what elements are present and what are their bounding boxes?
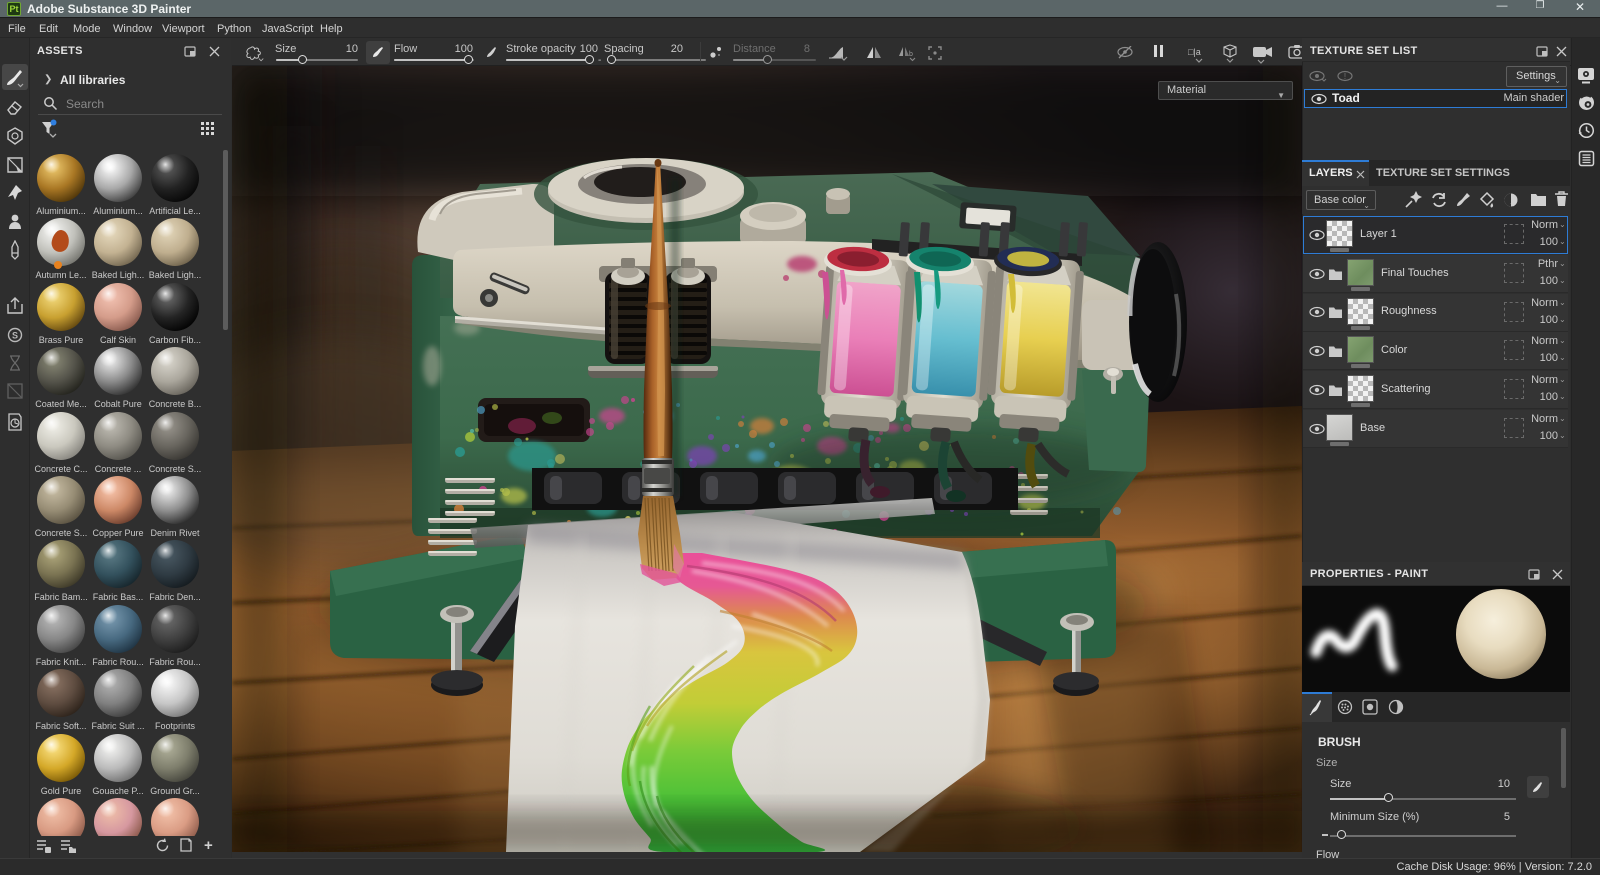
svg-text:b: b <box>909 51 913 58</box>
svg-text:□|a: □|a <box>1188 47 1201 57</box>
svg-text:!: ! <box>1344 72 1346 81</box>
svg-text:S: S <box>12 331 18 341</box>
